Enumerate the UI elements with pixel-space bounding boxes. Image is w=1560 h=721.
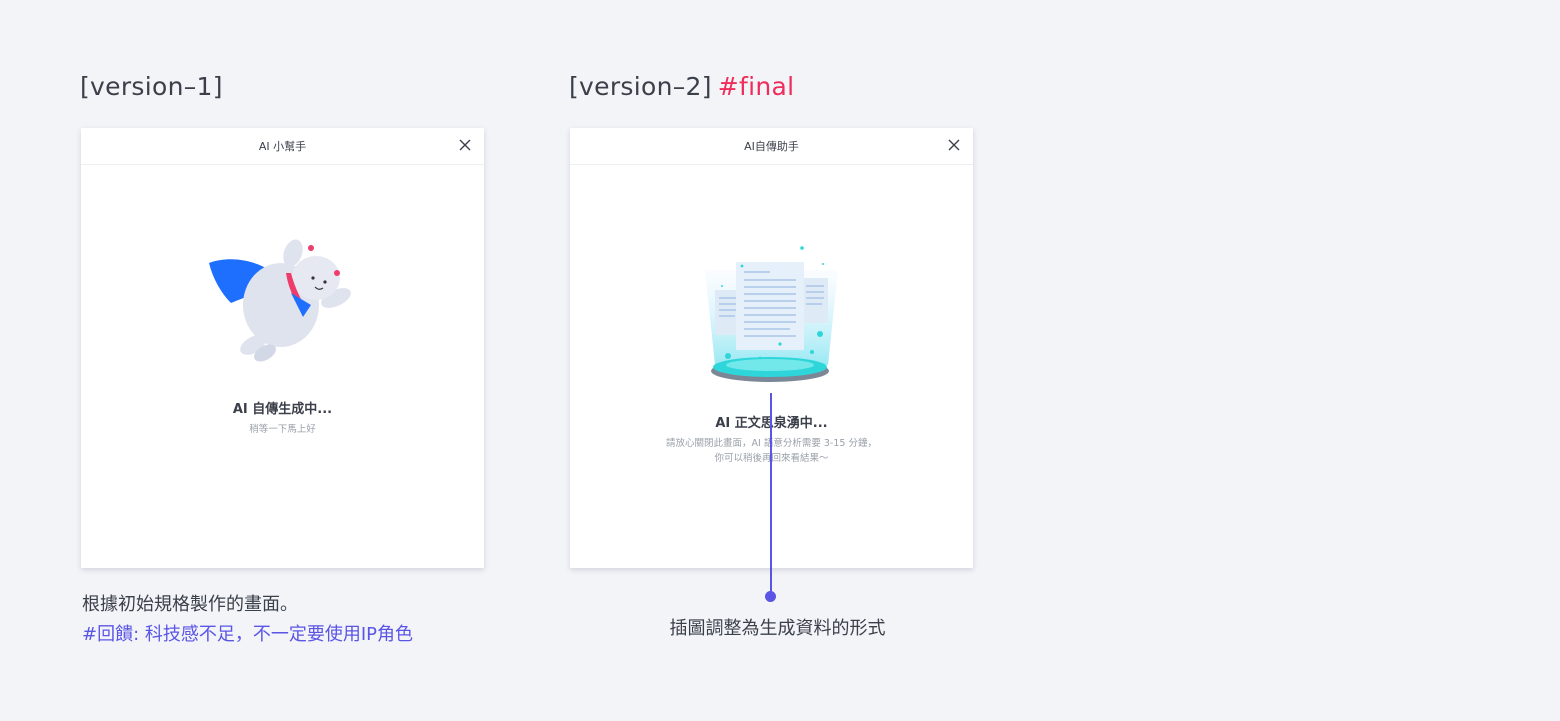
dialog-title: AI自傳助手 [744,140,799,153]
version-1-heading: [version–1] [80,72,223,101]
note-description: 根據初始規格製作的畫面。 [82,594,298,615]
dialog-header: AI自傳助手 [570,128,973,165]
status-subtitle: 稍等一下馬上好 [249,424,316,435]
callout-connector [770,393,772,597]
close-icon[interactable] [458,138,472,152]
dialog-title: AI 小幫手 [258,140,307,153]
version-1-note: 根據初始規格製作的畫面。 #回饋: 科技感不足，不一定要使用IP角色 [82,590,413,650]
dialog-header: AI 小幫手 [81,128,484,165]
note-feedback: #回饋: 科技感不足，不一定要使用IP角色 [82,624,414,645]
dialog-version-1: AI 小幫手 AI 自傳生成中... 稍等一下馬上好 [81,128,484,568]
status-title: AI 自傳生成中... [232,402,333,417]
callout-dot [765,591,776,602]
version-1-label: [version–1] [80,72,223,101]
version-2-heading: [version–2] #final [569,72,794,101]
document-generation-illustration [705,246,838,382]
final-tag: #final [717,72,795,101]
close-icon[interactable] [947,138,961,152]
flying-bear-illustration [209,239,351,362]
callout-annotation: 插圖調整為生成資料的形式 [669,618,886,639]
version-2-label: [version–2] [569,72,712,101]
